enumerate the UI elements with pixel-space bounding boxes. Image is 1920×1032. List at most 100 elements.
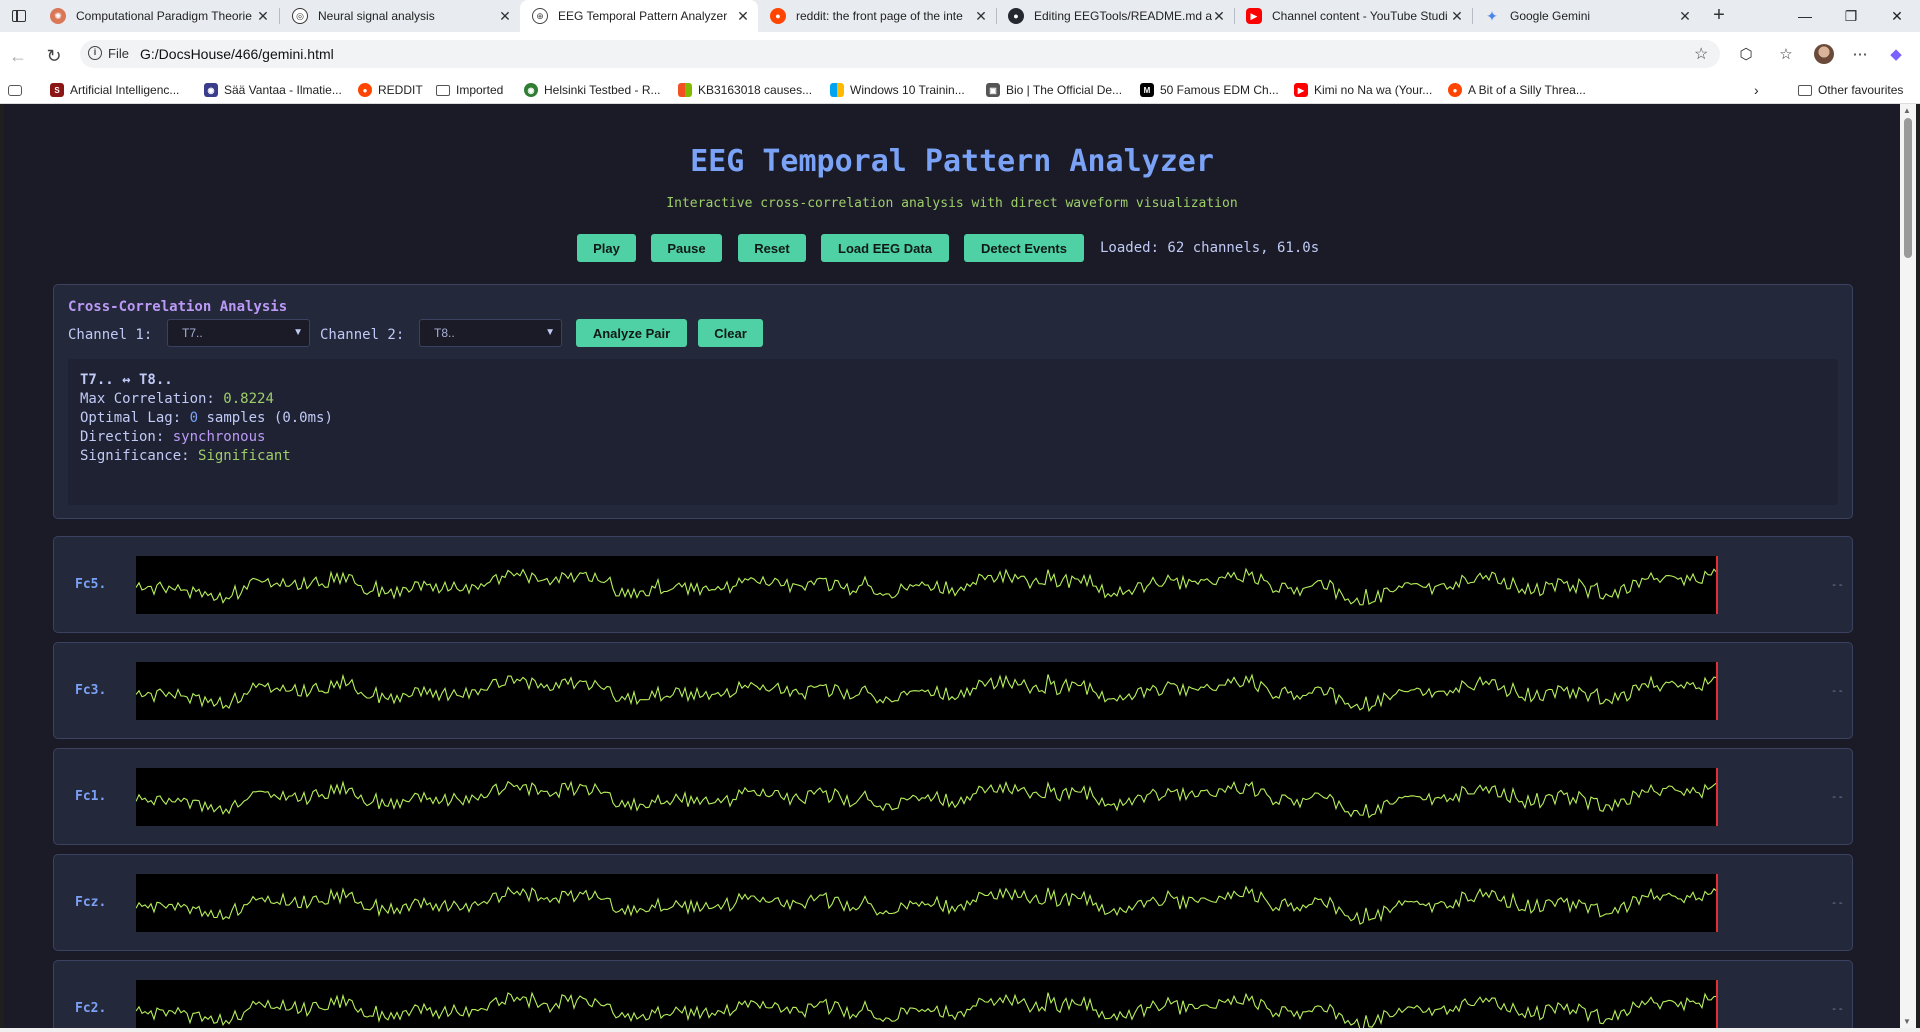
result-label: Significance: — [80, 448, 190, 464]
bookmark-item[interactable]: KB3163018 causes... — [678, 80, 812, 100]
waveform-trace — [136, 991, 1717, 1028]
claude-icon: ✺ — [50, 8, 66, 24]
chatgpt-icon: ◎ — [292, 8, 308, 24]
back-button[interactable]: ← — [4, 42, 32, 70]
result-pair: T7.. ↔ T8.. — [80, 372, 173, 388]
pause-button[interactable]: Pause — [651, 234, 722, 262]
play-button[interactable]: Play — [577, 234, 636, 262]
favorite-star-icon[interactable]: ☆ — [1694, 44, 1708, 64]
channel2-value: T8.. — [434, 326, 455, 340]
result-label: Optimal Lag: — [80, 410, 182, 426]
cross-correlation-panel: Cross-Correlation Analysis Channel 1: T7… — [53, 284, 1853, 519]
bookmark-label: Artificial Intelligenc... — [70, 83, 180, 97]
stanford-icon: S — [50, 83, 64, 97]
load-eeg-button[interactable]: Load EEG Data — [821, 234, 949, 262]
bookmark-item[interactable]: Windows 10 Trainin... — [830, 80, 965, 100]
chevron-down-icon: ▼ — [293, 327, 303, 338]
tab-youtube-studio[interactable]: ▶ Channel content - YouTube Studi ✕ — [1234, 0, 1472, 32]
close-icon[interactable]: ✕ — [256, 8, 270, 25]
reload-button[interactable]: ↻ — [40, 42, 68, 70]
info-icon[interactable]: i — [88, 46, 102, 60]
bookmark-item[interactable]: ◉ Sää Vantaa - Ilmatie... — [204, 80, 342, 100]
copilot-icon[interactable]: ◆ — [1886, 44, 1906, 64]
waveform-trace — [136, 885, 1718, 925]
close-icon[interactable]: ✕ — [1212, 8, 1226, 25]
github-icon: ● — [1008, 8, 1024, 24]
bookmark-folder[interactable]: Imported — [436, 80, 503, 100]
chevron-down-icon: ▼ — [545, 327, 555, 338]
scroll-up-icon[interactable]: ▲ — [1903, 106, 1911, 115]
tab-github[interactable]: ● Editing EEGTools/README.md at ✕ — [996, 0, 1234, 32]
waveform-trace — [136, 567, 1718, 606]
restore-button[interactable]: ❐ — [1828, 0, 1874, 32]
bookmark-label: Other favourites — [1818, 83, 1904, 97]
extensions-icon[interactable]: ⬡ — [1736, 44, 1756, 64]
close-icon[interactable]: ✕ — [974, 8, 988, 25]
tab-neural-signal[interactable]: ◎ Neural signal analysis ✕ — [280, 0, 520, 32]
scroll-down-icon[interactable]: ▼ — [1903, 1017, 1911, 1026]
analyze-pair-button[interactable]: Analyze Pair — [576, 319, 687, 347]
tab-title: EEG Temporal Pattern Analyzer — [558, 9, 728, 23]
correlation-result: T7.. ↔ T8.. Max Correlation: 0.8224 Opti… — [68, 359, 1838, 505]
bookmark-item[interactable]: ▶ Kimi no Na wa (Your... — [1294, 80, 1432, 100]
direction-value: synchronous — [172, 429, 266, 445]
tab-actions-icon[interactable] — [8, 6, 30, 26]
tab-title: Google Gemini — [1510, 9, 1591, 23]
channel1-select[interactable]: T7.. ▼ — [167, 319, 310, 347]
optimal-lag-line: Optimal Lag: 0 samples (0.0ms) — [80, 409, 1838, 428]
tab-computational-paradigm[interactable]: ✺ Computational Paradigm Theorie ✕ — [38, 0, 278, 32]
channel1-value: T7.. — [182, 326, 203, 340]
waveform-canvas[interactable] — [136, 768, 1718, 826]
new-tab-button[interactable]: + — [1706, 3, 1732, 29]
tab-reddit[interactable]: ● reddit: the front page of the inte ✕ — [758, 0, 996, 32]
waveform-canvas[interactable] — [136, 874, 1718, 932]
window-close-button[interactable]: ✕ — [1874, 0, 1920, 32]
more-menu-icon[interactable]: ⋯ — [1850, 44, 1870, 64]
other-favourites[interactable]: Other favourites — [1798, 80, 1903, 100]
playback-cursor — [1716, 874, 1718, 932]
bookmark-item[interactable]: M 50 Famous EDM Ch... — [1140, 80, 1279, 100]
significance-value: Significant — [198, 448, 291, 464]
channel-row-fc3: Fc3. -- — [53, 642, 1853, 739]
tab-eeg-analyzer[interactable]: ⊕ EEG Temporal Pattern Analyzer ✕ — [520, 0, 758, 32]
bookmark-item[interactable]: ◉ Helsinki Testbed - R... — [524, 80, 661, 100]
tab-gemini[interactable]: ✦ Google Gemini ✕ — [1472, 0, 1700, 32]
waveform-canvas[interactable] — [136, 662, 1718, 720]
channel2-select[interactable]: T8.. ▼ — [419, 319, 562, 347]
waveform-trace — [136, 780, 1718, 819]
reset-button[interactable]: Reset — [738, 234, 806, 262]
playback-cursor — [1716, 768, 1718, 826]
optimal-lag-unit: samples (0.0ms) — [206, 410, 333, 426]
bookmarks-menu-icon[interactable] — [8, 80, 28, 100]
waveform-canvas[interactable] — [136, 980, 1718, 1028]
url-text[interactable]: G:/DocsHouse/466/gemini.html — [140, 46, 334, 62]
page-viewport: EEG Temporal Pattern Analyzer Interactiv… — [4, 104, 1900, 1028]
waveform-trace — [136, 673, 1718, 713]
page-scrollbar[interactable]: ▲ ▼ — [1900, 104, 1916, 1028]
bookmark-label: 50 Famous EDM Ch... — [1160, 83, 1279, 97]
folder-icon — [436, 84, 450, 96]
bookmark-item[interactable]: ▣ Bio | The Official De... — [986, 80, 1122, 100]
close-icon[interactable]: ✕ — [1678, 8, 1692, 25]
bookmark-item[interactable]: S Artificial Intelligenc... — [50, 80, 179, 100]
close-icon[interactable]: ✕ — [498, 8, 512, 25]
waveform-canvas[interactable] — [136, 556, 1718, 614]
bookmark-item[interactable]: ● A Bit of a Silly Threa... — [1448, 80, 1586, 100]
tab-title: Channel content - YouTube Studi — [1272, 9, 1448, 23]
detect-events-button[interactable]: Detect Events — [964, 234, 1084, 262]
youtube-icon: ▶ — [1246, 8, 1262, 24]
max-correlation-line: Max Correlation: 0.8224 — [80, 390, 1838, 409]
microsoft-icon — [830, 83, 844, 97]
bookmark-item[interactable]: ● REDDIT — [358, 80, 423, 100]
profile-avatar[interactable] — [1814, 44, 1834, 64]
favorites-icon[interactable]: ☆ — [1776, 44, 1796, 64]
clear-button[interactable]: Clear — [698, 319, 763, 347]
close-icon[interactable]: ✕ — [1450, 8, 1464, 25]
bookmarks-overflow-icon[interactable]: › — [1754, 80, 1759, 100]
playback-cursor — [1716, 556, 1718, 614]
minimize-button[interactable]: — — [1782, 0, 1828, 32]
close-icon[interactable]: ✕ — [736, 8, 750, 25]
bookmark-label: Sää Vantaa - Ilmatie... — [224, 83, 342, 97]
bookmark-label: Kimi no Na wa (Your... — [1314, 83, 1433, 97]
scrollbar-thumb[interactable] — [1904, 118, 1912, 258]
